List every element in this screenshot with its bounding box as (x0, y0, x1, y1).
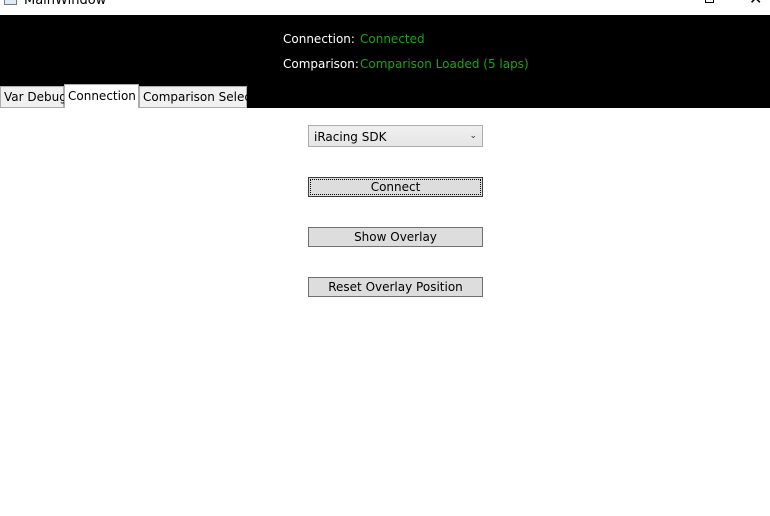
reset-overlay-position-button[interactable]: Reset Overlay Position (308, 277, 483, 297)
close-button[interactable]: ✕ (740, 0, 770, 14)
app-icon (4, 0, 17, 5)
maximize-icon (705, 0, 714, 3)
connection-status: Connected (360, 32, 425, 46)
connection-label: Connection: (283, 32, 355, 46)
tab-var-debug[interactable]: Var Debug (0, 86, 67, 108)
show-overlay-button[interactable]: Show Overlay (308, 227, 483, 247)
tab-content-connection: iRacing SDK ⌄ Connect Show Overlay Reset… (0, 108, 770, 516)
maximize-button[interactable] (690, 0, 730, 14)
source-select-value: iRacing SDK (314, 130, 387, 144)
window-title: MainWindow (24, 0, 107, 8)
source-select[interactable]: iRacing SDK ⌄ (308, 125, 483, 147)
comparison-label: Comparison: (283, 57, 359, 71)
title-bar: MainWindow ✕ (0, 0, 770, 15)
comparison-status: Comparison Loaded (5 laps) (360, 57, 529, 71)
close-icon: ✕ (749, 0, 762, 7)
tab-connection[interactable]: Connection (64, 84, 139, 108)
chevron-down-icon: ⌄ (469, 131, 477, 141)
connect-button[interactable]: Connect (308, 177, 483, 197)
tab-comparison-select[interactable]: Comparison Select (139, 86, 256, 108)
